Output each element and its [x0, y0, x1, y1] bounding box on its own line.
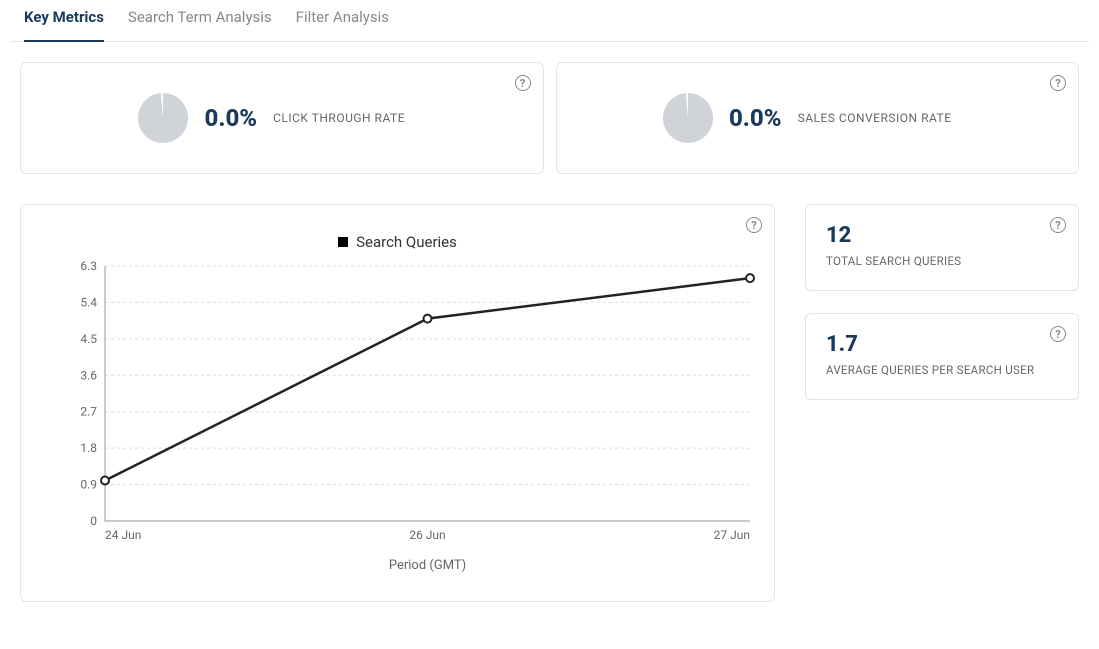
scr-label: SALES CONVERSION RATE [798, 111, 952, 125]
content: ? 0.0% CLICK THROUGH RATE ? 0.0% SALES C… [10, 42, 1089, 622]
svg-text:26 Jun: 26 Jun [409, 528, 445, 542]
svg-text:Period (GMT): Period (GMT) [389, 558, 466, 573]
help-icon[interactable]: ? [515, 75, 531, 91]
svg-text:5.4: 5.4 [80, 295, 97, 309]
svg-text:24 Jun: 24 Jun [105, 528, 141, 542]
tab-search-term-analysis[interactable]: Search Term Analysis [128, 0, 272, 42]
ctr-card: ? 0.0% CLICK THROUGH RATE [20, 62, 544, 174]
svg-text:1.8: 1.8 [80, 441, 97, 455]
chart-card: ? Search Queries 0 0.9 1.8 2.7 3.6 4.5 5.4 6.3 2… [20, 204, 775, 602]
legend-swatch-icon [338, 237, 348, 247]
scr-pie-icon [663, 93, 713, 143]
scr-value: 0.0% [729, 104, 782, 132]
svg-text:6.3: 6.3 [80, 261, 97, 273]
side-column: ? 12 TOTAL SEARCH QUERIES ? 1.7 AVERAGE … [805, 204, 1079, 602]
avg-queries-label: AVERAGE QUERIES PER SEARCH USER [826, 363, 1058, 377]
help-icon[interactable]: ? [1050, 217, 1066, 233]
help-icon[interactable]: ? [1050, 75, 1066, 91]
bottom-row: ? Search Queries 0 0.9 1.8 2.7 3.6 4.5 5.4 6.3 2… [20, 204, 1079, 602]
avg-queries-card: ? 1.7 AVERAGE QUERIES PER SEARCH USER [805, 313, 1079, 400]
total-queries-card: ? 12 TOTAL SEARCH QUERIES [805, 204, 1079, 291]
svg-text:2.7: 2.7 [80, 405, 97, 419]
svg-text:0.9: 0.9 [80, 478, 97, 492]
ctr-pie-icon [138, 93, 188, 143]
help-icon[interactable]: ? [1050, 326, 1066, 342]
ctr-label: CLICK THROUGH RATE [273, 111, 405, 125]
avg-queries-value: 1.7 [826, 332, 1058, 357]
svg-text:3.6: 3.6 [80, 368, 97, 382]
ctr-value: 0.0% [204, 104, 257, 132]
tabs: Key Metrics Search Term Analysis Filter … [10, 0, 1089, 42]
tab-filter-analysis[interactable]: Filter Analysis [296, 0, 389, 42]
svg-text:0: 0 [90, 514, 97, 528]
chart-legend: Search Queries [35, 233, 760, 251]
total-queries-label: TOTAL SEARCH QUERIES [826, 254, 1058, 268]
top-metrics-row: ? 0.0% CLICK THROUGH RATE ? 0.0% SALES C… [20, 62, 1079, 174]
line-chart: 0 0.9 1.8 2.7 3.6 4.5 5.4 6.3 24 Jun 26 Jun 27 Jun… [35, 261, 760, 581]
total-queries-value: 12 [826, 223, 1058, 248]
tab-key-metrics[interactable]: Key Metrics [24, 0, 104, 42]
scr-card: ? 0.0% SALES CONVERSION RATE [556, 62, 1080, 174]
svg-text:27 Jun: 27 Jun [714, 528, 750, 542]
help-icon[interactable]: ? [746, 217, 762, 233]
legend-label: Search Queries [356, 233, 457, 251]
svg-text:4.5: 4.5 [80, 332, 97, 346]
